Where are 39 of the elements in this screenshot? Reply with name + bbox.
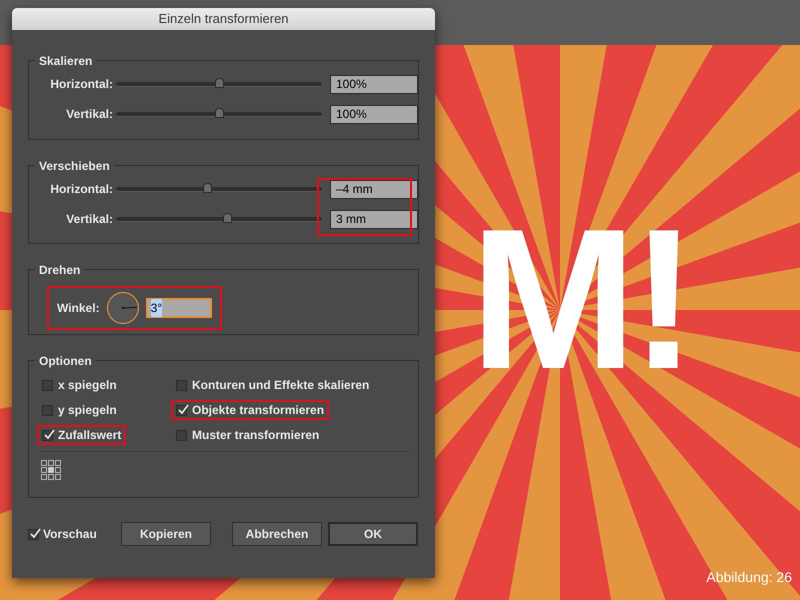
- checkbox[interactable]: [176, 380, 187, 390]
- checkmark-icon: [43, 428, 55, 440]
- figure-caption: Abbildung: 26: [706, 568, 792, 587]
- slider-label: Vertikal:: [65, 106, 113, 123]
- reference-point-icon[interactable]: [41, 460, 61, 480]
- angle-field[interactable]: 3°: [146, 298, 212, 318]
- window-title: Einzeln transformieren: [12, 8, 435, 30]
- checkbox[interactable]: [28, 528, 39, 540]
- slider-label: Horizontal:: [49, 76, 113, 93]
- option-checkbox[interactable]: Objekte transformieren: [171, 400, 330, 420]
- value-field[interactable]: 100%: [330, 104, 418, 124]
- slider-thumb[interactable]: [202, 182, 212, 192]
- checkbox[interactable]: [176, 430, 187, 440]
- checkmark-icon: [29, 528, 41, 540]
- slider-thumb[interactable]: [215, 78, 224, 88]
- checkbox[interactable]: [42, 430, 53, 440]
- dialog-button[interactable]: Kopieren: [121, 522, 211, 546]
- slider-thumb[interactable]: [215, 108, 224, 118]
- dialog-button[interactable]: Abbrechen: [232, 522, 322, 546]
- checkbox[interactable]: [42, 380, 53, 390]
- checkmark-icon: [177, 404, 189, 416]
- option-checkbox[interactable]: y spiegeln: [37, 400, 122, 420]
- checkbox[interactable]: [42, 404, 53, 416]
- angle-label: Winkel:: [57, 300, 100, 317]
- artwork-lettering: M!: [470, 200, 692, 400]
- dialog-button[interactable]: OK: [328, 522, 418, 546]
- value-field[interactable]: 3 mm: [330, 210, 418, 228]
- slider-thumb[interactable]: [223, 212, 232, 222]
- preview-checkbox[interactable]: Vorschau: [28, 525, 121, 543]
- value-field[interactable]: –4 mm: [330, 180, 418, 198]
- option-checkbox[interactable]: x spiegeln: [37, 375, 122, 395]
- slider-label: Horizontal:: [49, 181, 113, 198]
- slider-label: Vertikal:: [65, 211, 113, 228]
- value-field[interactable]: 100%: [330, 74, 418, 94]
- angle-dial[interactable]: [106, 291, 140, 325]
- checkbox[interactable]: [176, 404, 187, 416]
- option-checkbox[interactable]: Zufallswert: [37, 425, 126, 445]
- option-checkbox[interactable]: Konturen und Effekte skalieren: [171, 375, 374, 395]
- option-checkbox[interactable]: Muster transformieren: [171, 425, 324, 445]
